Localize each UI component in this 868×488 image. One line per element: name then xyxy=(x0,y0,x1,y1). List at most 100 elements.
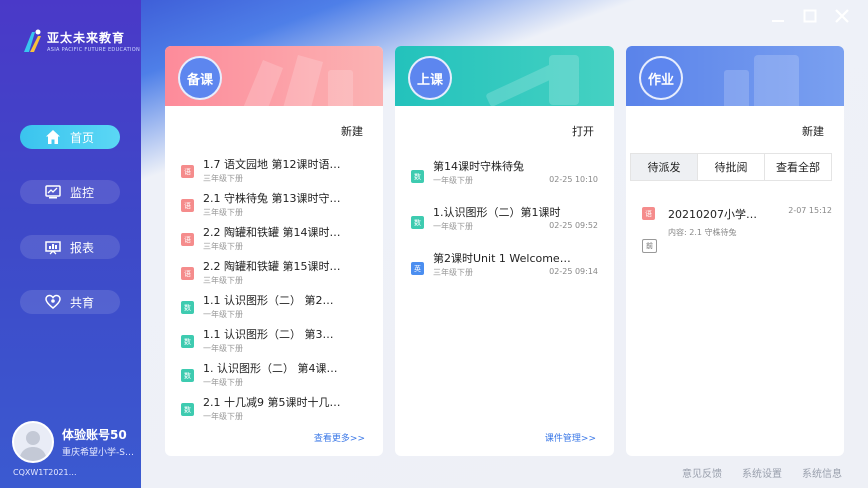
report-icon xyxy=(44,238,62,256)
nav-item-report[interactable]: 报表 xyxy=(20,235,120,259)
nav-item-monitor[interactable]: 监控 xyxy=(20,180,120,204)
item-grade: 三年级下册 xyxy=(203,242,243,251)
nav-item-label: 共育 xyxy=(70,295,95,310)
subject-badge: 语 xyxy=(181,199,194,212)
minimize-button[interactable] xyxy=(770,7,786,25)
item-grade: 一年级下册 xyxy=(433,176,473,185)
subject-badge: 数 xyxy=(411,170,424,183)
list-item[interactable]: 数 2.1 十几减9 第5课时十几… 一年级下册 xyxy=(181,392,367,426)
card-lesson-prep: 备课 新建 语 1.7 语文园地 第12课时语… 三年级下册 语 2.1 守株待… xyxy=(165,46,383,456)
system-settings-link[interactable]: 系统设置 xyxy=(742,465,782,480)
item-title: 2.1 十几减9 第5课时十几… xyxy=(203,396,341,409)
nav-item-label: 首页 xyxy=(70,130,95,145)
homework-item[interactable]: 语 20210207小学… 2-07 15:12 内容: 2.1 守株待兔 前 xyxy=(642,206,832,256)
list-item[interactable]: 数 1.认识图形（二）第1课时 一年级下册 02-25 09:52 xyxy=(411,202,598,248)
list-item[interactable]: 语 2.2 陶罐和铁罐 第14课时… 三年级下册 xyxy=(181,222,367,256)
nav-item-label: 监控 xyxy=(70,185,95,200)
close-button[interactable] xyxy=(834,7,850,25)
card-header-lesson-prep: 备课 xyxy=(165,46,383,106)
close-icon xyxy=(835,9,849,23)
window-controls xyxy=(770,7,850,25)
user-name: 体验账号50 xyxy=(62,428,127,442)
item-grade: 三年级下册 xyxy=(203,174,243,183)
brand-subtitle: ASIA PACIFIC FUTURE EDUCATION xyxy=(47,47,141,53)
item-title: 1.7 语文园地 第12课时语… xyxy=(203,158,341,171)
card-title-homework: 作业 xyxy=(639,56,683,100)
avatar[interactable] xyxy=(12,421,54,463)
sidebar: 亚太未来教育 ASIA PACIFIC FUTURE EDUCATION 首页 … xyxy=(0,0,141,488)
co-education-icon xyxy=(44,293,62,311)
item-title: 1.1 认识图形（二） 第3… xyxy=(203,328,334,341)
item-grade: 一年级下册 xyxy=(203,378,243,387)
card-title-lesson-prep: 备课 xyxy=(178,56,222,100)
item-grade: 一年级下册 xyxy=(203,310,243,319)
maximize-button[interactable] xyxy=(802,7,818,25)
subject-badge: 数 xyxy=(411,216,424,229)
list-item[interactable]: 语 1.7 语文园地 第12课时语… 三年级下册 xyxy=(181,154,367,188)
list-item[interactable]: 语 2.2 陶罐和铁罐 第15课时… 三年级下册 xyxy=(181,256,367,290)
item-title: 1.1 认识图形（二） 第2… xyxy=(203,294,334,307)
tab-pending-assign[interactable]: 待派发 xyxy=(631,154,698,180)
item-title: 1.认识图形（二）第1课时 xyxy=(433,206,561,219)
nav-item-home[interactable]: 首页 xyxy=(20,125,120,149)
minimize-icon xyxy=(772,20,784,22)
tab-pending-review[interactable]: 待批阅 xyxy=(698,154,765,180)
homework-title: 20210207小学… xyxy=(668,208,757,221)
item-grade: 三年级下册 xyxy=(203,276,243,285)
item-title: 第14课时守株待兔 xyxy=(433,160,524,173)
item-grade: 一年级下册 xyxy=(433,222,473,231)
card-class: 上课 打开 数 第14课时守株待兔 一年级下册 02-25 10:10 数 1.… xyxy=(395,46,614,456)
list-item[interactable]: 数 第14课时守株待兔 一年级下册 02-25 10:10 xyxy=(411,156,598,202)
list-item[interactable]: 数 1.1 认识图形（二） 第3… 一年级下册 xyxy=(181,324,367,358)
new-lesson-prep-button[interactable]: 新建 xyxy=(341,123,363,139)
subject-badge: 语 xyxy=(642,207,655,220)
item-title: 2.1 守株待兔 第13课时守… xyxy=(203,192,341,205)
lesson-prep-list: 语 1.7 语文园地 第12课时语… 三年级下册 语 2.1 守株待兔 第13课… xyxy=(181,154,367,426)
feedback-link[interactable]: 意见反馈 xyxy=(682,465,722,480)
maximize-icon xyxy=(803,9,817,23)
card-title-class: 上课 xyxy=(408,56,452,100)
list-item[interactable]: 语 2.1 守株待兔 第13课时守… 三年级下册 xyxy=(181,188,367,222)
item-title: 1. 认识图形（二） 第4课… xyxy=(203,362,338,375)
courseware-manage-link[interactable]: 课件管理>> xyxy=(545,431,596,444)
tab-view-all[interactable]: 查看全部 xyxy=(765,154,831,180)
user-school: 重庆希望小学-S… xyxy=(62,448,134,458)
new-homework-button[interactable]: 新建 xyxy=(802,123,824,139)
open-class-button[interactable]: 打开 xyxy=(572,123,594,139)
item-title: 第2课时Unit 1 Welcome… xyxy=(433,252,571,265)
sidebar-nav: 首页 监控 报表 共育 xyxy=(20,125,120,345)
item-time: 02-25 10:10 xyxy=(549,175,598,184)
list-item[interactable]: 数 1.1 认识图形（二） 第2… 一年级下册 xyxy=(181,290,367,324)
card-homework: 作业 新建 待派发 待批阅 查看全部 语 20210207小学… 2-07 15… xyxy=(626,46,844,456)
book-decoration-icon xyxy=(243,55,353,106)
item-grade: 一年级下册 xyxy=(203,412,243,421)
item-grade: 三年级下册 xyxy=(433,268,473,277)
monitor-icon xyxy=(44,183,62,201)
list-item[interactable]: 英 第2课时Unit 1 Welcome… 三年级下册 02-25 09:14 xyxy=(411,248,598,294)
brand-title: 亚太未来教育 xyxy=(47,31,126,45)
homework-time: 2-07 15:12 xyxy=(788,206,832,215)
nav-item-co-education[interactable]: 共育 xyxy=(20,290,120,314)
item-title: 2.2 陶罐和铁罐 第14课时… xyxy=(203,226,341,239)
system-info-link[interactable]: 系统信息 xyxy=(802,465,842,480)
class-list: 数 第14课时守株待兔 一年级下册 02-25 10:10 数 1.认识图形（二… xyxy=(411,156,598,294)
nav-item-label: 报表 xyxy=(70,240,95,255)
logo-mark-icon xyxy=(22,28,44,54)
main-area: 备课 新建 语 1.7 语文园地 第12课时语… 三年级下册 语 2.1 守株待… xyxy=(141,0,868,488)
item-grade: 三年级下册 xyxy=(203,208,243,217)
footer-links: 意见反馈 系统设置 系统信息 xyxy=(682,465,842,480)
subject-badge: 数 xyxy=(181,335,194,348)
item-grade: 一年级下册 xyxy=(203,344,243,353)
view-more-link[interactable]: 查看更多>> xyxy=(314,431,365,444)
subject-badge: 语 xyxy=(181,233,194,246)
homework-tag: 前 xyxy=(642,239,657,253)
pencil-decoration-icon xyxy=(486,55,579,106)
subject-badge: 英 xyxy=(411,262,424,275)
item-time: 02-25 09:14 xyxy=(549,267,598,276)
item-time: 02-25 09:52 xyxy=(549,221,598,230)
item-title: 2.2 陶罐和铁罐 第15课时… xyxy=(203,260,341,273)
subject-badge: 语 xyxy=(181,165,194,178)
user-code: CQXW1T2021… xyxy=(13,468,77,477)
list-item[interactable]: 数 1. 认识图形（二） 第4课… 一年级下册 xyxy=(181,358,367,392)
subject-badge: 数 xyxy=(181,369,194,382)
